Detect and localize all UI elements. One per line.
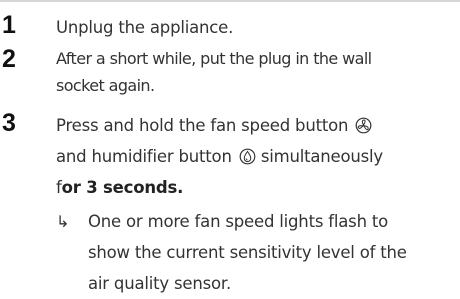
top-divider: [0, 0, 460, 2]
humidifier-icon: [239, 148, 256, 165]
step-text-fragment: and humidifier button: [56, 147, 232, 166]
step-text: After a short while, put the plug in the…: [56, 45, 456, 99]
step-number: 1: [2, 11, 16, 39]
step-number: 2: [2, 45, 16, 73]
step-number: 3: [2, 109, 16, 137]
step-text-fragment: Press and hold the fan speed button: [56, 116, 349, 135]
step-text-fragment: simultaneously: [260, 147, 383, 166]
step-text: Press and hold the fan speed button and …: [56, 110, 456, 203]
step-text-line: After a short while, put the plug in the…: [56, 49, 372, 68]
result-text-line: show the current sensitivity level of th…: [88, 243, 407, 262]
step-text-line: socket again.: [56, 76, 155, 95]
result-arrow-icon: ↳: [56, 212, 70, 231]
step-text-line: for 3 seconds.: [56, 172, 456, 203]
step-text: Unplug the appliance.: [56, 18, 234, 37]
step-text-line: Press and hold the fan speed button: [56, 110, 456, 141]
step-text-bold: or 3 seconds.: [61, 178, 184, 197]
step-text-line: and humidifier button simultaneously: [56, 141, 456, 172]
fan-speed-icon: [355, 117, 372, 134]
result-text-line: One or more fan speed lights flash to: [88, 212, 389, 231]
result-text-line: air quality sensor.: [88, 274, 232, 293]
result-text: One or more fan speed lights flash to sh…: [88, 206, 460, 299]
